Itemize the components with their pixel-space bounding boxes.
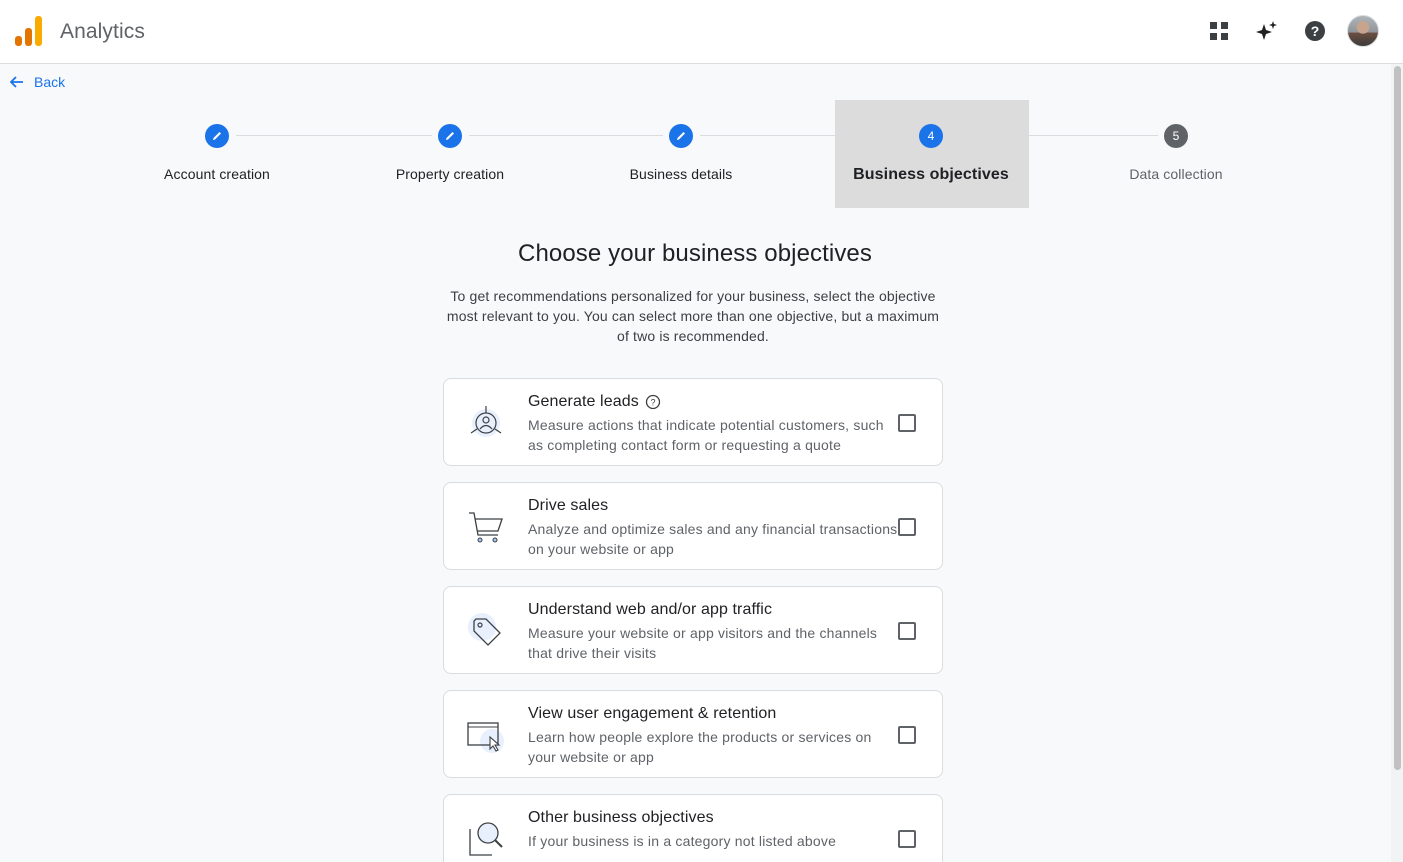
step-4-number: 4 <box>919 124 943 148</box>
step-connector <box>236 135 432 136</box>
step-label-property-creation[interactable]: Property creation <box>396 166 504 182</box>
objective-title: Drive sales <box>528 497 609 514</box>
help-circle-icon[interactable]: ? <box>645 394 661 410</box>
step-connector <box>469 135 663 136</box>
objective-checkbox[interactable] <box>898 830 916 848</box>
step-label-business-objectives: Business objectives <box>853 166 1009 183</box>
step-label-data-collection: Data collection <box>1129 166 1223 182</box>
step-2-edit-icon[interactable] <box>438 124 462 148</box>
account-avatar[interactable] <box>1347 15 1379 47</box>
arrow-back-icon <box>10 76 23 88</box>
page-title: Choose your business objectives <box>518 240 872 267</box>
shopping-cart-icon <box>466 507 506 547</box>
step-connector <box>700 135 912 136</box>
objective-card-generate-leads[interactable]: Generate leads ? Measure actions that in… <box>443 378 943 466</box>
objective-card-drive-sales[interactable]: Drive sales Analyze and optimize sales a… <box>443 482 943 570</box>
target-person-icon <box>466 403 506 443</box>
help-icon[interactable]: ? <box>1302 18 1328 44</box>
objective-card-understand-traffic[interactable]: Understand web and/or app traffic Measur… <box>443 586 943 674</box>
app-title[interactable]: Analytics <box>60 20 145 44</box>
objective-description: Measure actions that indicate potential … <box>528 417 884 453</box>
step-connector <box>950 135 1158 136</box>
objective-card-other[interactable]: Other business objectives If your busine… <box>443 794 943 862</box>
analytics-logo-icon[interactable] <box>15 16 43 48</box>
browser-cursor-icon <box>466 715 506 755</box>
objective-checkbox[interactable] <box>898 622 916 640</box>
objective-title: Understand web and/or app traffic <box>528 601 773 618</box>
objective-description: If your business is in a category not li… <box>528 833 837 849</box>
objective-checkbox[interactable] <box>898 414 916 432</box>
step-3-edit-icon[interactable] <box>669 124 693 148</box>
setup-stepper: Account creation Property creation Busin… <box>0 100 1390 208</box>
step-1-edit-icon[interactable] <box>205 124 229 148</box>
objective-description: Measure your website or app visitors and… <box>528 625 878 661</box>
apps-grid-icon[interactable] <box>1206 18 1232 44</box>
sparkle-icon[interactable] <box>1254 18 1280 44</box>
svg-text:?: ? <box>1311 23 1320 39</box>
objective-checkbox[interactable] <box>898 518 916 536</box>
magnifier-document-icon <box>466 819 506 859</box>
scrollbar-thumb[interactable] <box>1394 66 1401 770</box>
active-step-highlight <box>835 100 1029 208</box>
objective-description: Analyze and optimize sales and any finan… <box>528 521 898 557</box>
objective-title: Other business objectives <box>528 809 714 826</box>
objective-title: View user engagement & retention <box>528 705 777 722</box>
back-label: Back <box>34 74 66 90</box>
tag-icon <box>466 611 506 651</box>
objective-checkbox[interactable] <box>898 726 916 744</box>
svg-text:?: ? <box>650 398 655 408</box>
page-description: To get recommendations personalized for … <box>446 288 940 344</box>
page-scrollbar[interactable] <box>1391 64 1403 862</box>
back-button[interactable]: Back <box>10 72 65 92</box>
top-app-bar: Analytics ? <box>0 0 1403 64</box>
objective-card-user-engagement[interactable]: View user engagement & retention Learn h… <box>443 690 943 778</box>
step-label-business-details[interactable]: Business details <box>630 166 733 182</box>
step-label-account-creation[interactable]: Account creation <box>164 166 270 182</box>
step-5-number: 5 <box>1164 124 1188 148</box>
objective-description: Learn how people explore the products or… <box>528 729 872 765</box>
objective-title: Generate leads <box>528 393 639 410</box>
